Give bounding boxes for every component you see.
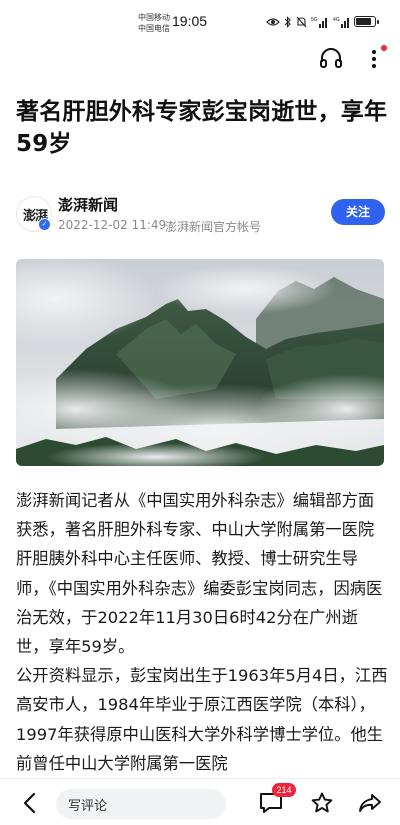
svg-text:4G: 4G: [333, 17, 340, 23]
post-time: 2022-12-02 11:49: [58, 218, 167, 232]
mountain-fog-image: [16, 259, 384, 466]
bottom-action-bar: 写评论 214: [0, 778, 400, 825]
account-type: 澎湃新闻官方帐号: [165, 220, 262, 234]
bluetooth-icon: [284, 16, 291, 28]
signal-2-icon: 4G: [333, 17, 349, 28]
star-icon: [311, 792, 333, 813]
share-arrow-icon: [359, 794, 381, 812]
battery-level: [356, 18, 371, 25]
article-paragraph: 公开资料显示，彭宝岗出生于1963年5月4日，江西高安市人，1984年毕业于原江…: [16, 666, 388, 773]
chevron-left-icon: [23, 792, 36, 814]
svg-text:5G: 5G: [311, 17, 318, 23]
headphones-icon: [320, 48, 342, 68]
back-button[interactable]: [20, 792, 40, 814]
article-toolbar: [0, 40, 400, 78]
notification-dot: [381, 45, 387, 51]
favorite-button[interactable]: [310, 791, 334, 815]
comment-count-badge: 214: [272, 783, 296, 797]
status-icons: 5G 4G: [266, 15, 351, 29]
carrier-labels: 中国移动 中国电信: [138, 12, 170, 34]
more-dot: [372, 57, 376, 61]
mute-icon: [296, 16, 307, 28]
article-paragraph: 澎湃新闻记者从《中国实用外科杂志》编辑部方面获悉，著名肝胆外科专家、中山大学附属…: [16, 491, 383, 657]
status-bar: 中国移动 中国电信 19:05 5G 4G: [0, 0, 400, 40]
article-body: 澎湃新闻记者从《中国实用外科杂志》编辑部方面获悉，著名肝胆外科专家、中山大学附属…: [16, 486, 388, 778]
battery-icon: [354, 16, 379, 27]
signal-1-icon: 5G: [311, 17, 327, 28]
eye-comfort-icon: [266, 18, 280, 26]
article-title: 著名肝胆外科专家彭宝岗逝世，享年59岁: [16, 99, 388, 157]
verified-badge-icon: ✓: [38, 218, 51, 231]
article-hero-image[interactable]: [16, 259, 384, 466]
share-button[interactable]: [358, 791, 382, 815]
listen-button[interactable]: [318, 45, 344, 71]
status-time: 19:05: [172, 13, 208, 29]
comment-placeholder: 写评论: [68, 799, 108, 814]
carrier-1: 中国移动: [138, 13, 170, 22]
more-dot: [372, 64, 376, 68]
more-vertical-icon: [372, 50, 376, 54]
author-name[interactable]: 澎湃新闻: [58, 194, 118, 215]
comment-input[interactable]: 写评论: [56, 789, 226, 819]
carrier-2: 中国电信: [138, 24, 170, 33]
follow-button[interactable]: 关注: [331, 199, 385, 225]
